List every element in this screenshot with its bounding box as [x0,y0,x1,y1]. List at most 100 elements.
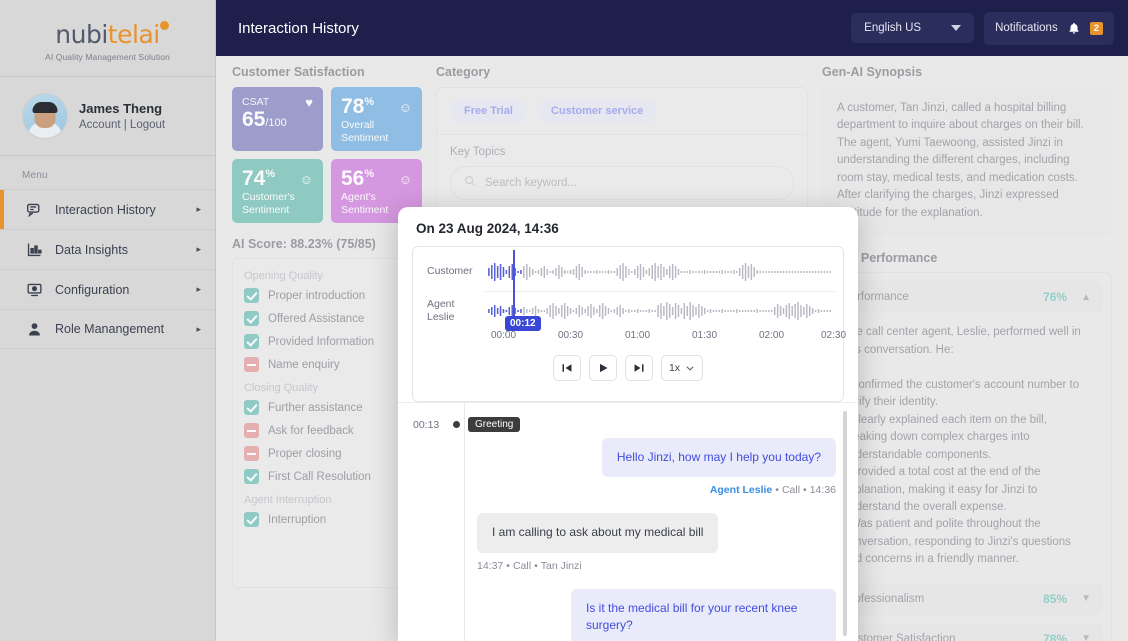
search-input[interactable] [485,177,780,189]
event-tag: Greeting [468,417,521,432]
customer-satisfaction-title: Customer Satisfaction [232,65,365,79]
accordion-percent: 78% [1043,631,1068,641]
check-icon[interactable] [244,400,259,415]
chevron-right-icon: ▸ [196,284,201,294]
skip-forward-icon[interactable] [624,355,653,381]
chevron-down-icon: ▼ [1081,593,1091,605]
check-icon[interactable] [244,512,259,527]
waveform-label-agent: Agent Leslie [427,297,455,323]
message-speaker: Tan Jinzi [540,559,582,572]
message-meta: 14:37 • Call • Tan Jinzi [477,559,582,572]
check-label: Interruption [268,513,327,526]
synopsis-performance-column: Gen-AI Synopsis A customer, Tan Jinzi, c… [822,65,1112,641]
kpi-agent-value: 56 [341,167,365,190]
menu-section-label: Menu [22,170,48,181]
search-icon [464,174,476,192]
chevron-down-icon [686,366,694,371]
minus-icon[interactable] [244,357,259,372]
ai-score-title: AI Score: 88.23% (75/85) [232,237,376,251]
group-label-closing-quality: Closing Quality [244,382,318,394]
message-time: 14:37 [477,559,504,572]
axis-tick: 00:30 [558,330,584,341]
bell-icon [1067,21,1081,36]
ai-score-panel: Opening Quality Proper introduction Offe… [232,258,422,588]
language-selector[interactable]: English US [851,13,975,43]
brand-tagline: AI Quality Management Solution [45,52,170,62]
synopsis-box: A customer, Tan Jinzi, called a hospital… [822,87,1112,236]
notifications-button[interactable]: Notifications 2 [984,11,1114,45]
top-header: Interaction History English US Notificat… [216,0,1128,56]
accordion-percent: 85% [1043,591,1068,606]
accordion-header-performance[interactable]: Performance 76% ▲ [831,281,1103,314]
category-chip[interactable]: Customer service [536,99,658,123]
accordion-header-professionalism[interactable]: Professionalism 85% ▼ [831,582,1103,615]
category-chip[interactable]: Free Trial [450,99,527,123]
check-icon[interactable] [244,288,259,303]
sidebar-item-configuration[interactable]: Configuration ▸ [0,269,215,309]
person-icon [26,321,43,338]
axis-tick: 02:00 [759,330,785,341]
skip-back-icon[interactable] [552,355,581,381]
accordion-header-customer-satisfaction[interactable]: Customer Satisfaction 78% ▼ [831,622,1103,641]
timeline-axis[interactable]: 00:00 00:30 01:00 01:30 02:00 02:30 [491,328,846,344]
message-channel: Call [781,484,801,497]
minus-icon[interactable] [244,423,259,438]
user-account-logout-links[interactable]: Account | Logout [79,119,165,131]
message-channel: Call [512,559,532,572]
chevron-right-icon: ▸ [196,244,201,254]
chat-icon [26,201,43,218]
sidebar-item-role-management[interactable]: Role Manangement ▸ [0,309,215,349]
kpi-customer-unit: % [265,168,276,180]
modal-title: On 23 Aug 2024, 14:36 [416,221,559,236]
group-label-opening-quality: Opening Quality [244,270,323,282]
waveform-label-customer: Customer [427,265,473,278]
logo-text-part3: ai [138,20,160,49]
kpi-card-customer-sentiment: 74% ☺ Customer's Sentiment [232,159,323,223]
kpi-csat-tag: CSAT [242,96,270,108]
chevron-down-icon [951,25,962,31]
playback-speed-selector[interactable]: 1x [660,355,704,381]
sidebar-item-label: Interaction History [55,202,156,217]
kpi-csat-denominator: /100 [265,117,287,129]
transcript-scrollbar[interactable] [843,411,847,636]
notifications-label: Notifications [995,22,1058,34]
axis-tick: 00:00 [491,330,517,341]
waveform-customer[interactable] [485,257,835,287]
check-label: Provided Information [268,335,375,348]
kpi-overall-label: Overall Sentiment [341,119,389,145]
minus-icon[interactable] [244,446,259,461]
sidebar-item-interaction-history[interactable]: Interaction History ▸ [0,189,215,229]
check-icon[interactable] [244,469,259,484]
language-selector-value: English US [864,22,922,34]
group-label-agent-interruption: Agent Interruption [244,494,332,506]
play-icon[interactable] [588,355,617,381]
transcript-event: 00:13 Greeting [398,417,858,432]
kpi-overall-unit: % [364,96,375,108]
kpi-customer-value: 74 [242,167,266,190]
audio-player: Customer Agent Leslie 00:00 00:30 01:00 … [412,246,846,402]
accordion-label: Customer Satisfaction [843,632,956,641]
synopsis-title: Gen-AI Synopsis [822,65,923,79]
performance-title: Agent Performance [822,251,938,266]
search-box[interactable] [450,166,794,200]
user-profile[interactable]: James Theng Account | Logout [0,77,215,156]
check-icon[interactable] [244,334,259,349]
playhead-marker[interactable] [513,250,515,326]
check-label: Further assistance [268,401,363,414]
event-time: 00:13 [413,418,440,431]
check-row: Offered Assistance [244,311,410,326]
check-row: Ask for feedback [244,423,410,438]
axis-tick: 01:30 [692,330,718,341]
check-icon[interactable] [244,311,259,326]
synopsis-text: A customer, Tan Jinzi, called a hospital… [837,102,1084,219]
check-row: Name enquiry [244,357,410,372]
sidebar-item-data-insights[interactable]: Data Insights ▸ [0,229,215,269]
heart-icon: ♥ [305,95,313,110]
chevron-right-icon: ▸ [196,323,201,334]
current-time-pill: 00:12 [505,316,541,331]
app-root: nubitelai AI Quality Management Solution… [0,0,1128,641]
transcript-panel: 00:13 Greeting Hello Jinzi, how may I he… [398,403,858,641]
kpi-grid: CSAT ♥ 65/100 78% ☺ Overall Sentiment 74… [232,87,422,223]
category-chips: Free Trial Customer service [437,88,807,135]
smile-icon: ☺ [299,171,313,187]
